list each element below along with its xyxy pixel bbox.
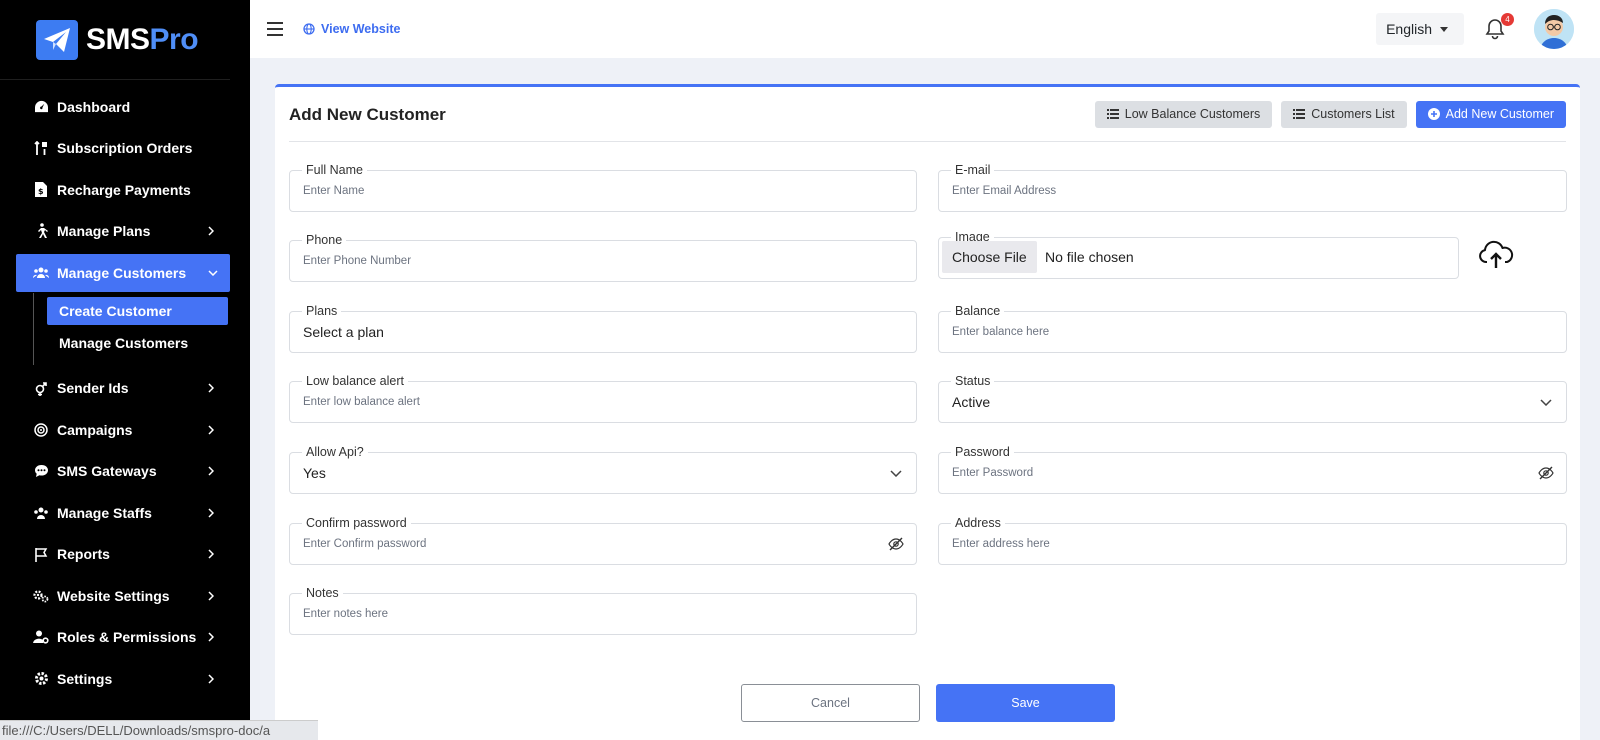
language-selector[interactable]: English — [1376, 13, 1464, 45]
people-group-icon — [33, 505, 49, 521]
notification-count-badge: 4 — [1501, 13, 1514, 26]
chevron-right-icon — [208, 549, 218, 559]
password-field[interactable]: Password Enter Password — [938, 444, 1567, 494]
svg-text:$: $ — [38, 187, 44, 196]
chevron-down-icon — [208, 268, 218, 278]
list-icon — [1293, 109, 1306, 119]
chevron-right-icon — [208, 383, 218, 393]
sidebar-item-recharge-payments[interactable]: $ Recharge Payments — [16, 171, 230, 209]
sidebar-item-campaigns[interactable]: Campaigns — [16, 411, 230, 449]
sidebar-subitem-create-customer[interactable]: Create Customer — [47, 297, 228, 325]
chevron-right-icon — [208, 507, 218, 518]
image-file-field: Image Choose File No file chosen — [938, 229, 1459, 279]
email-field[interactable]: E-mail Enter Email Address — [938, 162, 1567, 212]
notes-field[interactable]: Notes Enter notes here — [289, 585, 917, 635]
chevron-right-icon — [208, 424, 218, 435]
sidebar-item-roles-permissions[interactable]: Roles & Permissions — [16, 618, 230, 656]
comment-dots-icon — [33, 463, 49, 479]
sidebar-nav: Dashboard Subscription Orders $ Recharge… — [0, 80, 250, 292]
plans-select[interactable]: Plans Select a plan — [289, 303, 917, 353]
brand-logo[interactable]: SMSPro — [0, 0, 230, 80]
sidebar-item-manage-staffs[interactable]: Manage Staffs — [16, 494, 230, 532]
cancel-button[interactable]: Cancel — [741, 684, 920, 722]
choose-file-button[interactable]: Choose File — [942, 241, 1037, 273]
user-avatar[interactable] — [1534, 9, 1574, 49]
sidebar-item-manage-customers[interactable]: Manage Customers — [16, 253, 230, 292]
sidebar-item-subscription-orders[interactable]: Subscription Orders — [16, 129, 230, 167]
chevron-right-icon — [208, 673, 218, 684]
person-walking-icon — [33, 223, 49, 239]
plus-circle-icon — [1427, 108, 1440, 120]
sidebar-subitem-manage-customers[interactable]: Manage Customers — [47, 329, 228, 357]
sidebar-item-reports[interactable]: Reports — [16, 535, 230, 573]
topbar-actions: English 4 — [1376, 9, 1574, 49]
manage-customers-submenu: Create Customer Manage Customers — [33, 293, 228, 365]
flag-icon — [33, 546, 49, 562]
add-new-customer-button[interactable]: Add New Customer — [1415, 100, 1566, 128]
sidebar-item-dashboard[interactable]: Dashboard — [16, 88, 230, 126]
cloud-upload-icon[interactable] — [1478, 240, 1514, 270]
chevron-right-icon — [208, 632, 218, 642]
sidebar-item-sms-gateways[interactable]: SMS Gateways — [16, 452, 230, 490]
topbar: View Website English 4 — [250, 0, 1600, 58]
sidebar-item-website-settings[interactable]: Website Settings — [16, 577, 230, 615]
menu-toggle-icon[interactable] — [267, 22, 283, 36]
gauge-icon — [33, 99, 49, 115]
chevron-down-icon — [1538, 394, 1554, 410]
globe-icon — [303, 23, 315, 35]
allow-api-select[interactable]: Allow Api? Yes — [289, 444, 917, 494]
sidebar-item-settings[interactable]: Settings — [16, 660, 230, 698]
paper-plane-icon — [36, 19, 78, 60]
sidebar-item-manage-plans[interactable]: Manage Plans — [16, 212, 230, 250]
notifications-button[interactable]: 4 — [1484, 13, 1514, 41]
eye-slash-icon[interactable] — [1538, 465, 1554, 481]
sort-arrows-icon — [33, 140, 49, 156]
low-balance-alert-field[interactable]: Low balance alert Enter low balance aler… — [289, 373, 917, 423]
confirm-password-field[interactable]: Confirm password Enter Confirm password — [289, 515, 917, 565]
sidebar-nav-continued: Sender Ids Campaigns SMS Gateways Manage… — [0, 369, 250, 698]
card-header: Add New Customer Low Balance Customers C… — [289, 87, 1566, 142]
sidebar: SMSPro Dashboard Subscription Orders $ R… — [0, 0, 250, 740]
full-name-field[interactable]: Full Name Enter Name — [289, 162, 917, 212]
sidebar-item-sender-ids[interactable]: Sender Ids — [16, 369, 230, 407]
chevron-right-icon — [208, 226, 218, 236]
save-button[interactable]: Save — [936, 684, 1115, 722]
gear-icon — [33, 671, 49, 687]
users-icon — [33, 265, 49, 281]
invoice-dollar-icon: $ — [33, 182, 49, 198]
balance-field[interactable]: Balance Enter balance here — [938, 303, 1567, 353]
view-website-link[interactable]: View Website — [303, 22, 400, 36]
phone-field[interactable]: Phone Enter Phone Number — [289, 232, 917, 282]
eye-slash-icon[interactable] — [888, 536, 904, 552]
customers-list-button[interactable]: Customers List — [1281, 100, 1407, 128]
venus-mars-icon — [33, 380, 49, 396]
file-status-text: No file chosen — [1045, 249, 1134, 265]
chevron-down-icon — [888, 465, 904, 481]
page-title: Add New Customer — [289, 105, 446, 124]
address-field[interactable]: Address Enter address here — [938, 515, 1567, 565]
list-icon — [1106, 109, 1119, 119]
low-balance-customers-button[interactable]: Low Balance Customers — [1094, 100, 1273, 128]
user-gear-icon — [33, 629, 49, 645]
brand-name: SMSPro — [86, 22, 199, 56]
gears-icon — [33, 588, 49, 604]
chevron-right-icon — [208, 590, 218, 601]
caret-down-icon — [1440, 26, 1448, 32]
browser-status-bar: file:///C:/Users/DELL/Downloads/smspro-d… — [0, 720, 318, 740]
chevron-right-icon — [208, 466, 218, 476]
status-select[interactable]: Status Active — [938, 373, 1567, 423]
target-icon — [33, 422, 49, 438]
